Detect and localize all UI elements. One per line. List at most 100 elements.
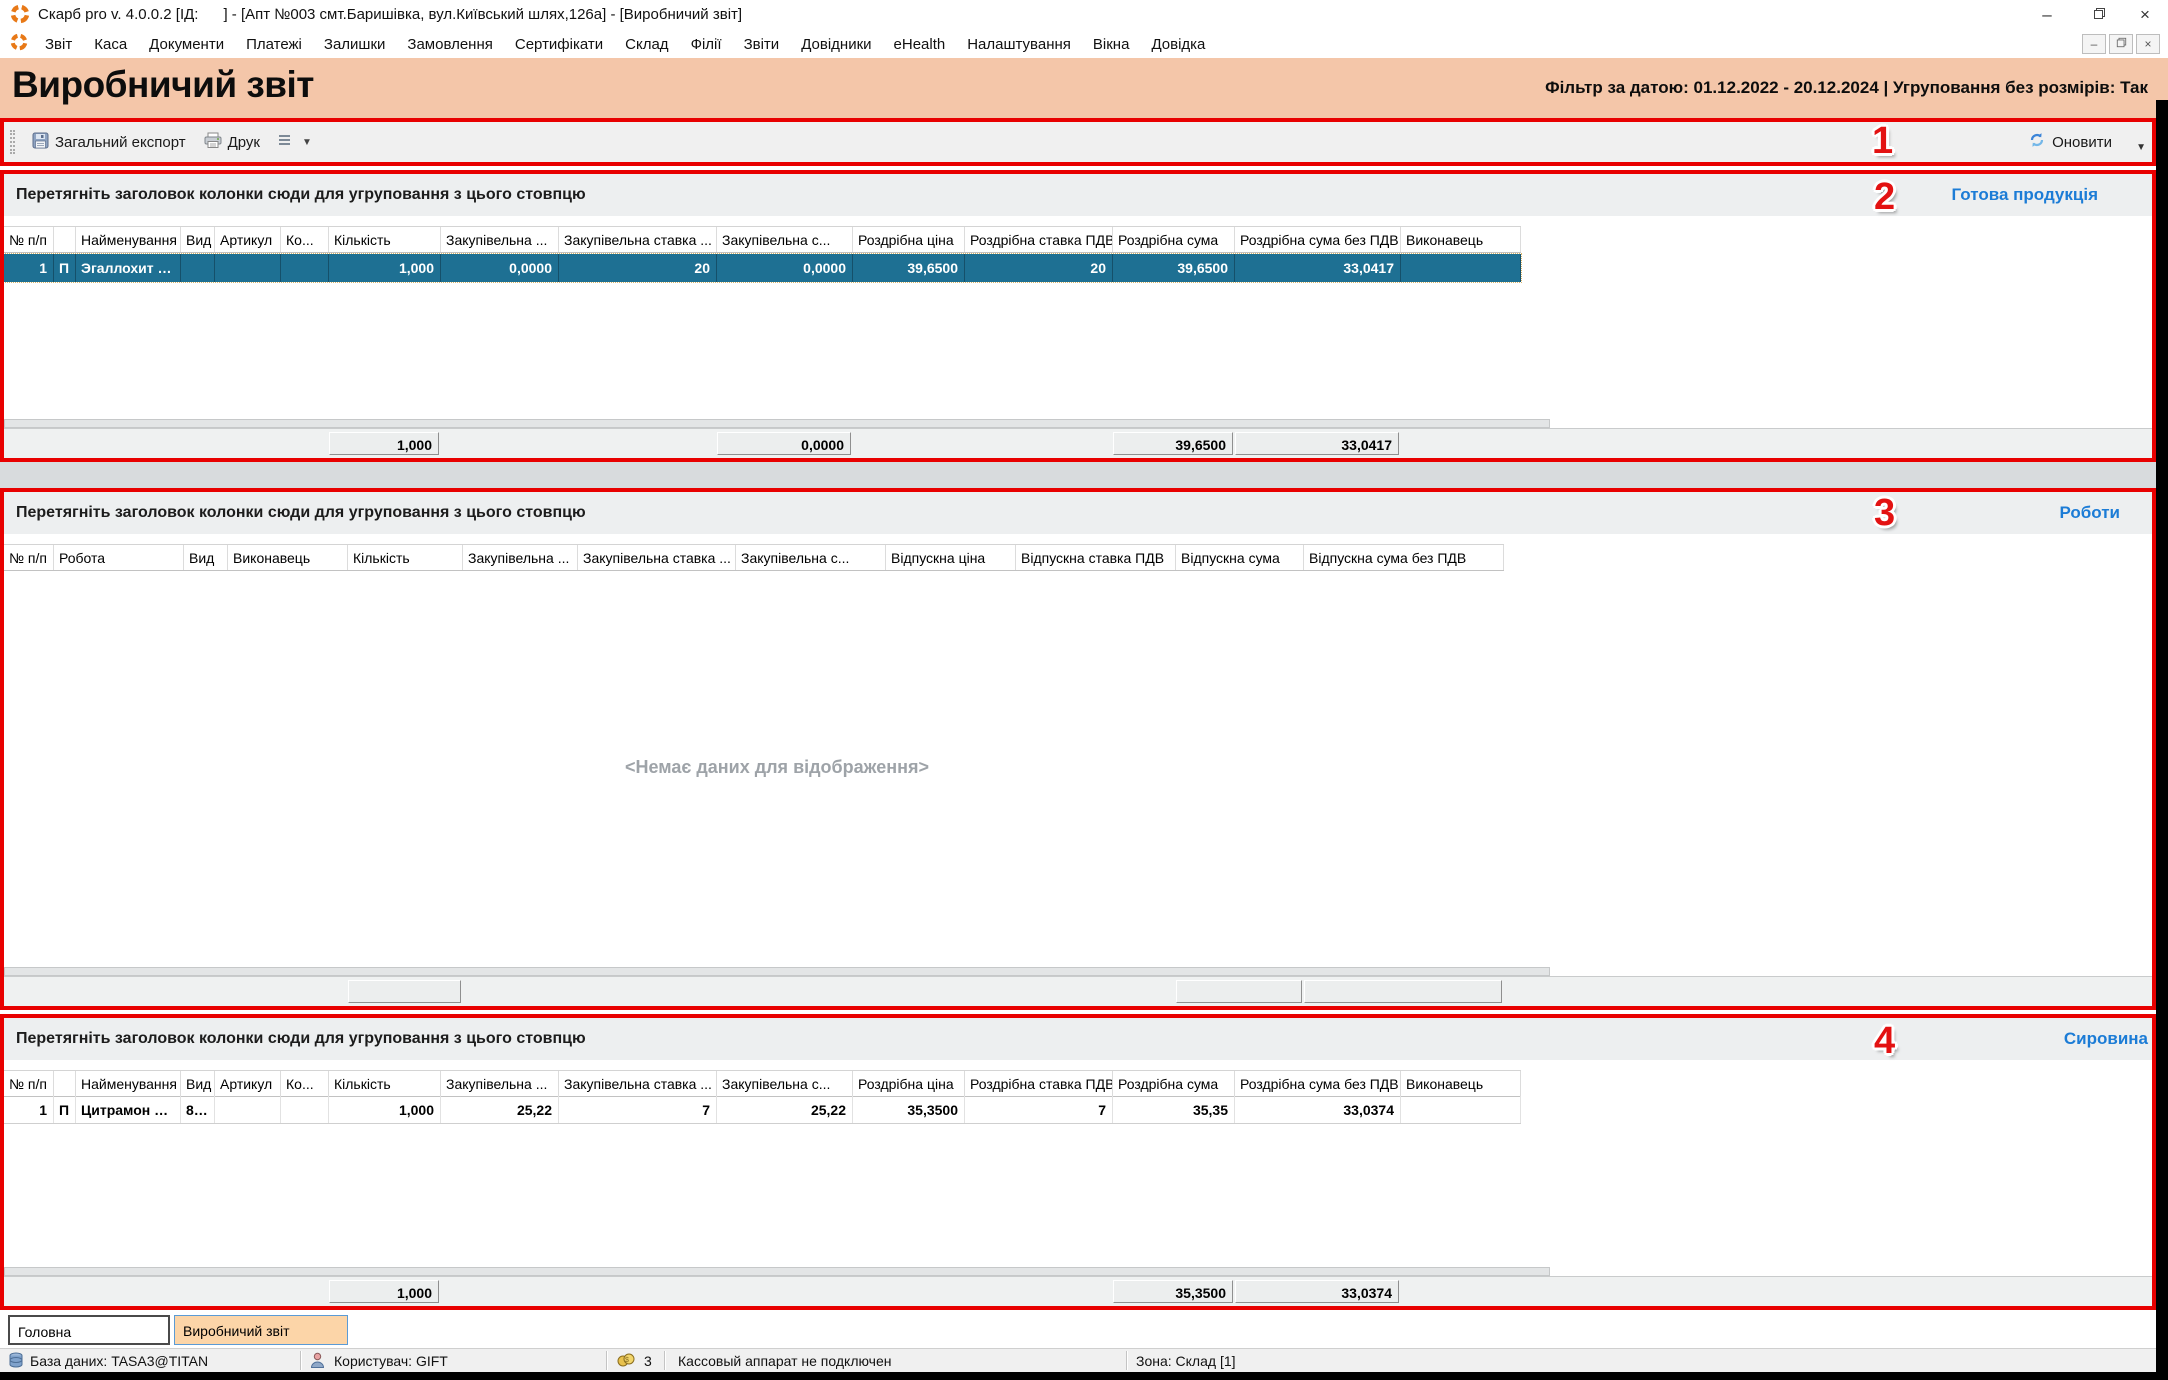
column-header[interactable]: Найменування (76, 1071, 181, 1096)
tab-production-report[interactable]: Виробничий звіт (174, 1315, 348, 1345)
grid-cell[interactable]: 20 (559, 254, 717, 282)
column-header[interactable]: Закупівельна ... (463, 545, 578, 570)
column-header[interactable]: Вид (181, 1071, 215, 1096)
column-header[interactable]: Закупівельна с... (736, 545, 886, 570)
grid-cell[interactable]: 35,35 (1113, 1096, 1235, 1123)
grid-cell[interactable]: 39,6500 (853, 254, 965, 282)
column-header[interactable]: № п/п (4, 1071, 54, 1096)
grid-cell[interactable]: 7 (559, 1096, 717, 1123)
menu-item[interactable]: eHealth (883, 36, 957, 53)
menu-item[interactable]: Звіти (733, 36, 791, 53)
menu-item[interactable]: Склад (614, 36, 679, 53)
grid-cell[interactable]: 25,22 (441, 1096, 559, 1123)
grid-cell[interactable]: П (54, 254, 76, 282)
column-header[interactable]: Роздрібна сума без ПДВ (1235, 1071, 1401, 1096)
grid-cell[interactable]: 0,0000 (717, 254, 853, 282)
horizontal-scrollbar[interactable] (4, 419, 1550, 428)
column-header[interactable]: Роздрібна сума (1113, 227, 1235, 252)
menu-item[interactable]: Сертифікати (504, 36, 614, 53)
grid-cell[interactable]: 1,000 (329, 254, 441, 282)
column-header[interactable]: Артикул (215, 1071, 281, 1096)
grid-cell[interactable] (281, 1096, 329, 1123)
grid-cell[interactable] (181, 254, 215, 282)
grid-cell[interactable]: 39,6500 (1113, 254, 1235, 282)
column-header[interactable]: Роздрібна ставка ПДВ (965, 1071, 1113, 1096)
grid-cell[interactable]: 1,000 (329, 1096, 441, 1123)
close-button[interactable]: × (2128, 2, 2162, 28)
minimize-button[interactable]: – (2030, 2, 2064, 28)
column-header[interactable]: Артикул (215, 227, 281, 252)
menu-item[interactable]: Налаштування (956, 36, 1082, 53)
export-button[interactable]: Загальний експорт (23, 127, 195, 157)
column-header[interactable]: Вид (181, 227, 215, 252)
column-header[interactable]: Закупівельна ... (441, 1071, 559, 1096)
restore-button[interactable] (2082, 2, 2116, 28)
column-header[interactable]: Кількість (329, 227, 441, 252)
column-header[interactable]: Виконавець (1401, 227, 1521, 252)
grid-cell[interactable]: 1 (4, 1096, 54, 1123)
column-header[interactable]: Роздрібна сума (1113, 1071, 1235, 1096)
toolbar-overflow-caret-icon[interactable]: ▼ (2136, 142, 2146, 153)
column-header[interactable]: Роздрібна сума без ПДВ (1235, 227, 1401, 252)
column-header[interactable]: Робота (54, 545, 184, 570)
group-by-bar[interactable]: Перетягніть заголовок колонки сюди для у… (4, 492, 2152, 534)
grid-cell[interactable] (215, 254, 281, 282)
grid-cell[interactable]: 33,0374 (1235, 1096, 1401, 1123)
column-header[interactable]: Вид (184, 545, 228, 570)
toolbar-grip[interactable] (10, 130, 15, 154)
column-header[interactable]: № п/п (4, 545, 54, 570)
grid-row-selected[interactable]: 1ПЭгаллохит …1,0000,0000200,000039,65002… (4, 254, 1521, 282)
grid-cell[interactable]: 20 (965, 254, 1113, 282)
menu-item[interactable]: Замовлення (396, 36, 503, 53)
column-header[interactable]: Роздрібна ціна (853, 1071, 965, 1096)
menu-item[interactable]: Залишки (313, 36, 397, 53)
grid-row[interactable]: 1ПЦитрамон …8…1,00025,22725,2235,3500735… (4, 1096, 1521, 1124)
grid-cell[interactable]: Цитрамон … (76, 1096, 181, 1123)
column-header[interactable]: Закупівельна ставка ... (578, 545, 736, 570)
menu-item[interactable]: Платежі (235, 36, 313, 53)
grid-cell[interactable] (281, 254, 329, 282)
column-header[interactable]: № п/п (4, 227, 54, 252)
panel-splitter[interactable] (0, 462, 2156, 488)
grid-cell[interactable]: 0,0000 (441, 254, 559, 282)
column-header[interactable]: Ко... (281, 1071, 329, 1096)
refresh-button[interactable]: Оновити (2028, 131, 2112, 153)
mdi-restore-button[interactable] (2109, 34, 2133, 54)
column-header[interactable]: Закупівельна ... (441, 227, 559, 252)
grid-cell[interactable]: П (54, 1096, 76, 1123)
print-button[interactable]: Друк (195, 127, 269, 157)
menu-item[interactable]: Філії (680, 36, 733, 53)
grid-cell[interactable] (215, 1096, 281, 1123)
column-header[interactable]: Виконавець (228, 545, 348, 570)
grid-cell[interactable]: 33,0417 (1235, 254, 1401, 282)
grid-cell[interactable]: 8… (181, 1096, 215, 1123)
column-header[interactable]: Ко... (281, 227, 329, 252)
column-header[interactable]: Закупівельна с... (717, 227, 853, 252)
grid-cell[interactable] (1401, 254, 1521, 282)
columns-button[interactable]: ▼ (269, 127, 321, 157)
mdi-minimize-button[interactable]: – (2082, 34, 2106, 54)
column-header[interactable]: Роздрібна ставка ПДВ (965, 227, 1113, 252)
column-header[interactable]: Закупівельна ставка ... (559, 1071, 717, 1096)
column-header[interactable] (54, 1071, 76, 1096)
column-header[interactable] (54, 227, 76, 252)
tab-home[interactable]: Головна (8, 1315, 170, 1345)
column-header[interactable]: Кількість (348, 545, 463, 570)
horizontal-scrollbar[interactable] (4, 967, 1550, 976)
grid-cell[interactable]: Эгаллохит … (76, 254, 181, 282)
column-header[interactable]: Закупівельна с... (717, 1071, 853, 1096)
grid-cell[interactable]: 7 (965, 1096, 1113, 1123)
group-by-bar[interactable]: Перетягніть заголовок колонки сюди для у… (4, 1018, 2152, 1060)
menu-item[interactable]: Довідники (790, 36, 882, 53)
column-header[interactable]: Закупівельна ставка ... (559, 227, 717, 252)
menu-item[interactable]: Звіт (34, 36, 83, 53)
horizontal-scrollbar[interactable] (4, 1267, 1550, 1276)
group-by-bar[interactable]: Перетягніть заголовок колонки сюди для у… (4, 174, 2152, 216)
column-header[interactable]: Роздрібна ціна (853, 227, 965, 252)
menu-item[interactable]: Документи (138, 36, 235, 53)
grid-cell[interactable] (1401, 1096, 1521, 1123)
grid-cell[interactable]: 1 (4, 254, 54, 282)
mdi-close-button[interactable]: × (2136, 34, 2160, 54)
column-header[interactable]: Відпускна ціна (886, 545, 1016, 570)
grid-cell[interactable]: 25,22 (717, 1096, 853, 1123)
